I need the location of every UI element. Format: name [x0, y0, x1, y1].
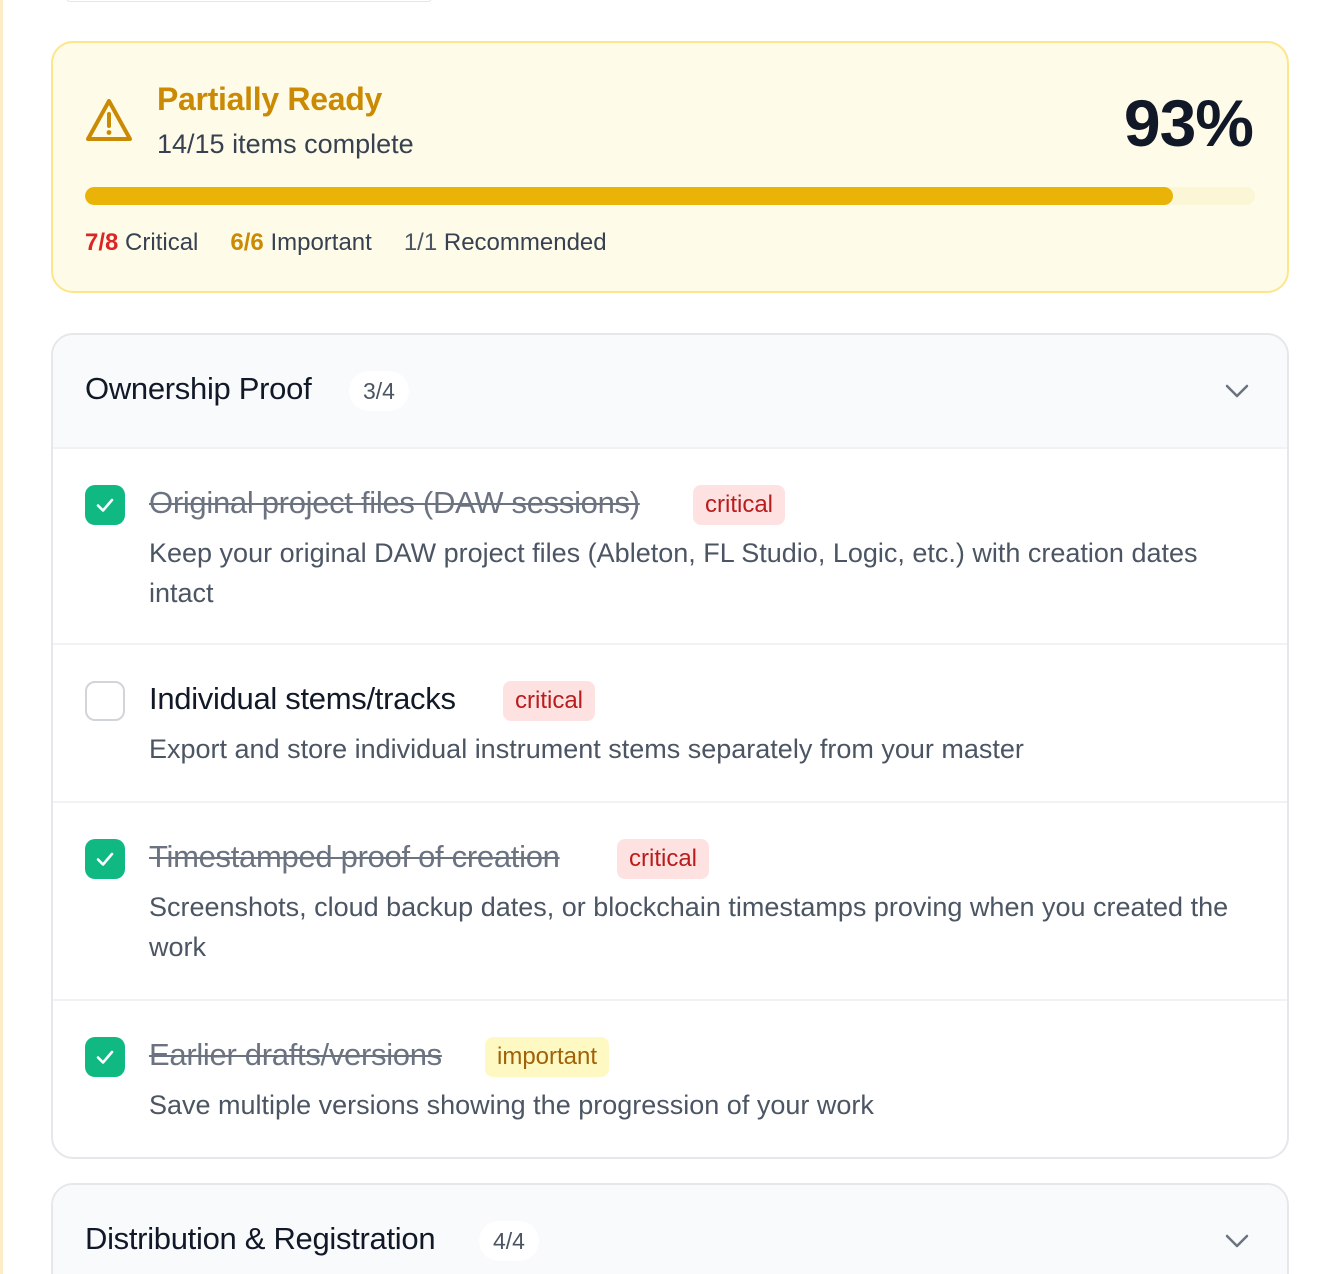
chevron-down-icon[interactable] — [1223, 1227, 1251, 1255]
section-header-distribution-registration[interactable]: Distribution & Registration 4/4 — [53, 1185, 1287, 1274]
recommended-count: 1/1 Recommended — [403, 229, 607, 256]
readiness-progress-bar — [85, 187, 1255, 205]
section-title: Ownership Proof — [85, 371, 312, 406]
section-ownership-proof: Ownership Proof 3/4 Original project fil… — [51, 333, 1289, 1159]
check-icon — [96, 852, 114, 866]
chevron-down-icon[interactable] — [1223, 377, 1251, 405]
critical-count: 7/8 Critical — [85, 229, 199, 256]
section-count-badge: 4/4 — [479, 1221, 539, 1261]
item-title: Individual stems/tracks — [149, 681, 456, 716]
check-icon — [96, 1050, 114, 1064]
priority-tag: important — [485, 1037, 610, 1077]
item-checkbox[interactable] — [85, 839, 125, 879]
item-title: Original project files (DAW sessions) — [149, 485, 640, 520]
item-checkbox[interactable] — [85, 681, 125, 721]
item-description: Screenshots, cloud backup dates, or bloc… — [149, 892, 1229, 962]
check-icon — [96, 498, 114, 512]
left-rail — [0, 0, 3, 1274]
item-description: Export and store individual instrument s… — [149, 734, 1024, 764]
items-complete-text: 14/15 items complete — [157, 129, 414, 159]
important-count: 6/6 Important — [230, 229, 372, 256]
section-count-badge: 3/4 — [349, 371, 409, 411]
item-description: Keep your original DAW project files (Ab… — [149, 538, 1198, 608]
item-description: Save multiple versions showing the progr… — [149, 1090, 874, 1120]
priority-tag: critical — [693, 485, 786, 525]
item-checkbox[interactable] — [85, 1037, 125, 1077]
item-title: Earlier drafts/versions — [149, 1037, 442, 1072]
priority-counts: 7/8 Critical 6/6 Important 1/1 Recommend… — [85, 229, 607, 257]
priority-tag: critical — [503, 681, 596, 721]
checklist-item: Original project files (DAW sessions) cr… — [53, 447, 1287, 643]
item-title: Timestamped proof of creation — [149, 839, 560, 874]
previous-card-edge — [66, 0, 432, 2]
readiness-summary-card: Partially Ready 14/15 items complete 93%… — [51, 41, 1289, 293]
checklist-item: Earlier drafts/versions important Save m… — [53, 999, 1287, 1155]
section-header-ownership-proof[interactable]: Ownership Proof 3/4 — [53, 335, 1287, 447]
readiness-percent: 93% — [1123, 86, 1254, 160]
section-title: Distribution & Registration — [85, 1221, 436, 1256]
checklist-item: Timestamped proof of creation critical S… — [53, 801, 1287, 999]
readiness-status: Partially Ready — [157, 81, 382, 117]
item-checkbox[interactable] — [85, 485, 125, 525]
readiness-progress-fill — [85, 187, 1174, 205]
section-distribution-registration: Distribution & Registration 4/4 — [51, 1183, 1289, 1274]
warning-triangle-icon — [86, 99, 132, 141]
priority-tag: critical — [617, 839, 710, 879]
checklist-item: Individual stems/tracks critical Export … — [53, 643, 1287, 801]
